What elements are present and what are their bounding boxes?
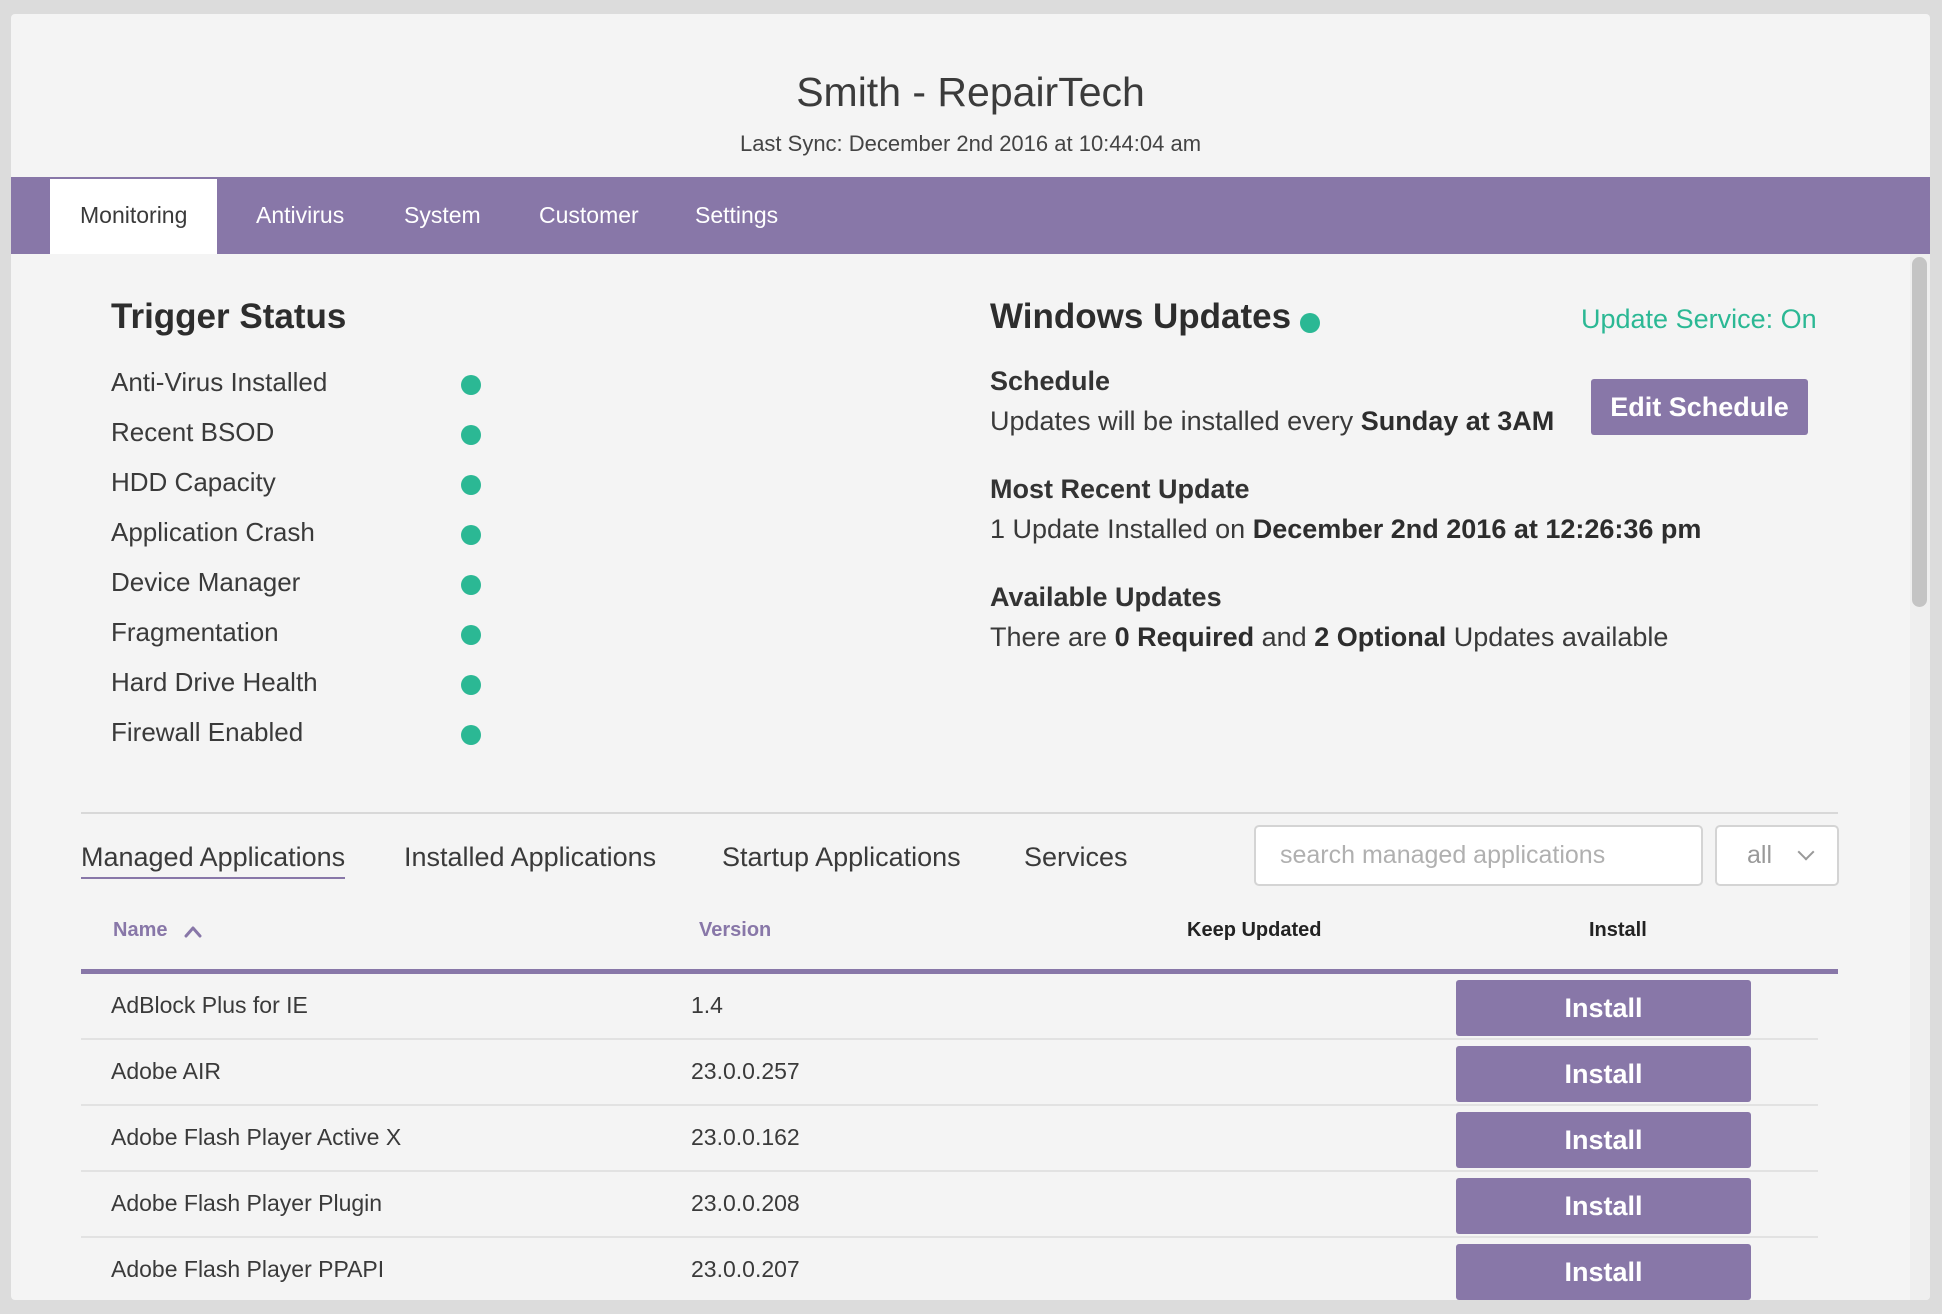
trigger-label-bsod: Recent BSOD [111,417,275,447]
column-header-name[interactable]: Name [113,919,167,942]
status-dot-icon [461,625,481,645]
optional-count: 2 Optional [1314,622,1447,652]
tab-antivirus[interactable]: Antivirus [226,177,374,254]
tab-system[interactable]: System [374,177,511,254]
status-dot-icon [461,475,481,495]
status-dot-icon [461,525,481,545]
table-row: Adobe Flash Player PPAPI 23.0.0.207 Inst… [81,1238,1818,1300]
install-button[interactable]: Install [1456,1178,1751,1234]
required-count: 0 Required [1114,622,1255,652]
app-version: 23.0.0.162 [691,1124,800,1150]
scrollbar-thumb[interactable] [1912,257,1927,607]
trigger-label-firewall: Firewall Enabled [111,717,304,747]
trigger-label-hdd-capacity: HDD Capacity [111,467,276,497]
status-dot-icon [461,725,481,745]
app-name: Adobe Flash Player PPAPI [111,1256,385,1282]
status-dot-icon [461,575,481,595]
column-header-install: Install [1589,919,1647,941]
install-button[interactable]: Install [1456,980,1751,1036]
schedule-value: Sunday at 3AM [1360,406,1555,436]
install-button[interactable]: Install [1456,1244,1751,1300]
trigger-label-fragmentation: Fragmentation [111,617,279,647]
sort-ascending-icon[interactable] [184,923,202,941]
table-row: Adobe Flash Player Active X 23.0.0.162 I… [81,1106,1818,1172]
available-updates-heading: Available Updates [990,582,1222,612]
recent-update-value: December 2nd 2016 at 12:26:36 pm [1252,514,1702,544]
recent-update-text: 1 Update Installed on December 2nd 2016 … [990,514,1702,544]
available-updates-text: There are 0 Required and 2 Optional Upda… [990,622,1669,652]
app-name: Adobe Flash Player Plugin [111,1190,383,1216]
last-sync-text: Last Sync: December 2nd 2016 at 10:44:04… [739,131,1202,156]
status-dot-icon [461,675,481,695]
schedule-text: Updates will be installed every Sunday a… [990,406,1555,436]
main-card: Smith - RepairTech Last Sync: December 2… [11,14,1930,1300]
app-name: Adobe AIR [111,1058,221,1084]
main-tab-bar: Monitoring Antivirus System Customer Set… [11,177,1930,254]
windows-updates-heading: Windows Updates [990,297,1292,336]
tab-managed-applications[interactable]: Managed Applications [81,842,346,879]
trigger-label-device-manager: Device Manager [111,567,301,597]
status-dot-icon [461,375,481,395]
tab-installed-applications[interactable]: Installed Applications [404,842,656,873]
tab-settings[interactable]: Settings [665,177,808,254]
schedule-heading: Schedule [990,366,1111,396]
filter-select[interactable]: all [1715,825,1839,886]
column-header-keep-updated: Keep Updated [1187,919,1322,941]
table-row: Adobe AIR 23.0.0.257 Install [81,1040,1818,1106]
app-version: 1.4 [691,992,723,1018]
status-dot-icon [1300,313,1320,333]
table-row: AdBlock Plus for IE 1.4 Install [81,974,1818,1040]
install-button[interactable]: Install [1456,1046,1751,1102]
app-name: AdBlock Plus for IE [111,992,308,1018]
edit-schedule-button[interactable]: Edit Schedule [1591,379,1808,435]
tab-startup-applications[interactable]: Startup Applications [722,842,961,873]
page-title: Smith - RepairTech [796,69,1145,115]
tab-customer[interactable]: Customer [509,177,669,254]
trigger-status-heading: Trigger Status [111,297,347,336]
install-button[interactable]: Install [1456,1112,1751,1168]
tab-monitoring[interactable]: Monitoring [50,179,218,254]
app-name: Adobe Flash Player Active X [111,1124,402,1150]
column-header-version[interactable]: Version [699,919,771,942]
app-version: 23.0.0.257 [691,1058,800,1084]
trigger-label-hard-drive-health: Hard Drive Health [111,667,318,697]
recent-update-heading: Most Recent Update [990,474,1250,504]
section-divider [81,812,1838,814]
tab-services[interactable]: Services [1024,842,1128,873]
table-row: Adobe Flash Player Plugin 23.0.0.208 Ins… [81,1172,1818,1238]
trigger-label-anti-virus: Anti-Virus Installed [111,367,328,397]
app-version: 23.0.0.207 [691,1256,800,1282]
status-dot-icon [461,425,481,445]
update-service-status: Update Service: On [1581,304,1817,334]
trigger-label-app-crash: Application Crash [111,517,315,547]
app-version: 23.0.0.208 [691,1190,800,1216]
search-input[interactable] [1254,825,1703,886]
